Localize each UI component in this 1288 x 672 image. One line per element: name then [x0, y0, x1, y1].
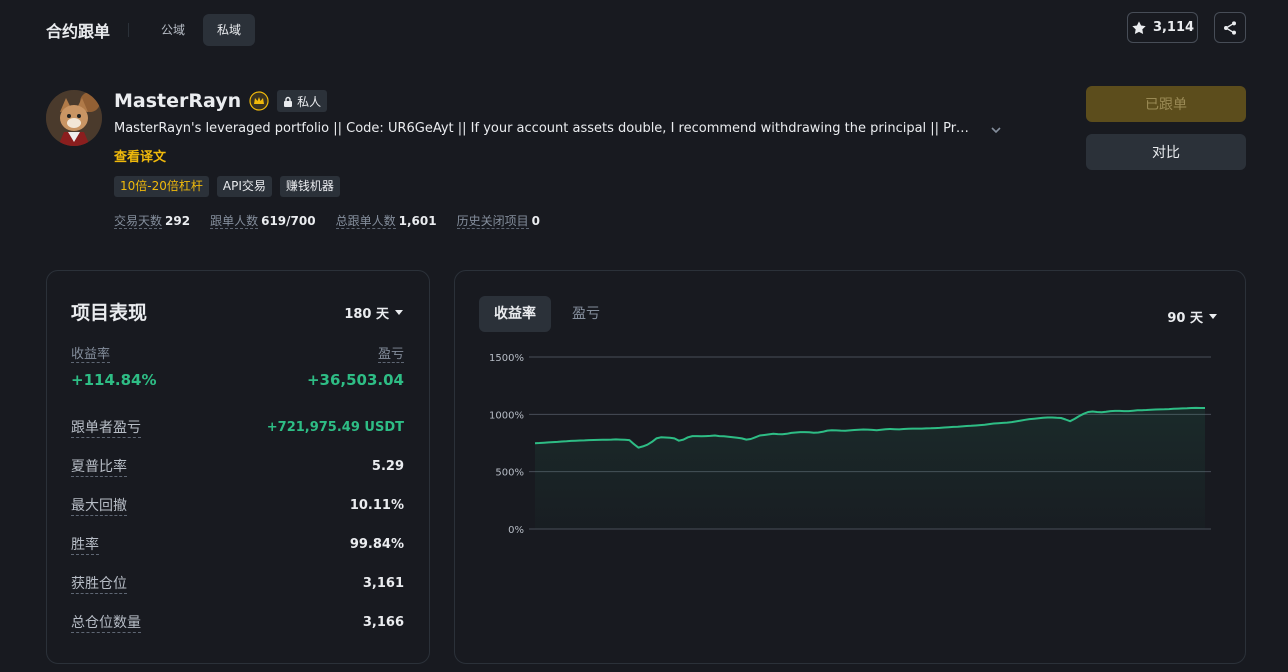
y-tick-label: 1000% [489, 410, 524, 421]
tag-list: 10倍-20倍杠杆 API交易 赚钱机器 [114, 176, 340, 197]
private-label: 私人 [297, 94, 322, 109]
caret-down-icon [395, 310, 403, 315]
period-select[interactable]: 180 天 [344, 303, 403, 322]
metric-row-sharpe: 夏普比率 5.29 [71, 456, 404, 477]
period-value: 180 天 [344, 307, 389, 322]
divider [128, 23, 130, 37]
pnl-label: 盈亏 [377, 343, 404, 363]
chevron-down-icon[interactable] [988, 122, 1004, 138]
stat-closed-projects: 历史关闭项目 0 [456, 214, 540, 229]
trader-name-row: MasterRayn 私人 [114, 88, 328, 114]
roi-value: +114.84% [71, 371, 157, 389]
performance-title: 项目表现 [71, 302, 148, 324]
y-tick-label: 0% [508, 525, 524, 536]
tag-money-machine: 赚钱机器 [279, 176, 340, 197]
followed-button[interactable]: 已跟单 [1086, 86, 1246, 122]
page-title: 合约跟单 [46, 22, 111, 41]
trader-stats: 交易天数 292 跟单人数 619/700 总跟单人数 1,601 历史关闭项目 0 [114, 212, 540, 229]
stat-copiers: 跟单人数 619/700 [210, 214, 316, 229]
top-bar: 合约跟单 公域 私域 [46, 14, 259, 46]
tab-public[interactable]: 公域 [147, 14, 199, 46]
y-tick-label: 500% [495, 468, 524, 479]
favorite-button[interactable]: 3,114 [1127, 12, 1198, 43]
roi-label: 收益率 [71, 343, 111, 363]
stat-total-copiers: 总跟单人数 1,601 [335, 214, 437, 229]
crown-badge-icon [249, 91, 269, 111]
metric-row-max-drawdown: 最大回撤 10.11% [71, 495, 404, 516]
stat-trading-days: 交易天数 292 [114, 214, 191, 229]
roi-chart[interactable]: 1500% 1000% 500% 0% [455, 271, 1245, 663]
private-badge: 私人 [277, 90, 328, 112]
metric-row-copier-pnl: 跟单者盈亏 +721,975.49 USDT [71, 417, 404, 438]
trader-name[interactable]: MasterRayn [114, 90, 241, 112]
metric-row-win-rate: 胜率 99.84% [71, 534, 404, 555]
metric-row-winning-positions: 获胜仓位 3,161 [71, 573, 404, 594]
y-tick-label: 1500% [489, 353, 524, 364]
avatar-image [46, 90, 102, 146]
compare-button[interactable]: 对比 [1086, 134, 1246, 170]
tag-api: API交易 [216, 176, 272, 197]
avatar[interactable] [46, 90, 102, 146]
star-icon [1132, 20, 1146, 34]
favorite-count: 3,114 [1152, 20, 1195, 35]
share-icon [1224, 20, 1236, 35]
metric-row-total-positions: 总仓位数量 3,166 [71, 612, 404, 633]
share-button[interactable] [1214, 12, 1246, 43]
chart-card: 收益率 盈亏 90 天 1500% 1000% 500% 0% [454, 270, 1246, 664]
tab-private[interactable]: 私域 [203, 14, 256, 46]
lock-icon [284, 96, 293, 107]
performance-card: 项目表现 180 天 收益率 盈亏 +114.84% +36,503.04 跟单… [46, 270, 430, 664]
tag-leverage: 10倍-20倍杠杆 [114, 176, 209, 197]
pnl-value: +36,503.04 [306, 371, 404, 389]
translate-link[interactable]: 查看译文 [114, 146, 166, 165]
trader-description: MasterRayn's leveraged portfolio || Code… [114, 121, 974, 136]
roi-area [535, 407, 1205, 529]
